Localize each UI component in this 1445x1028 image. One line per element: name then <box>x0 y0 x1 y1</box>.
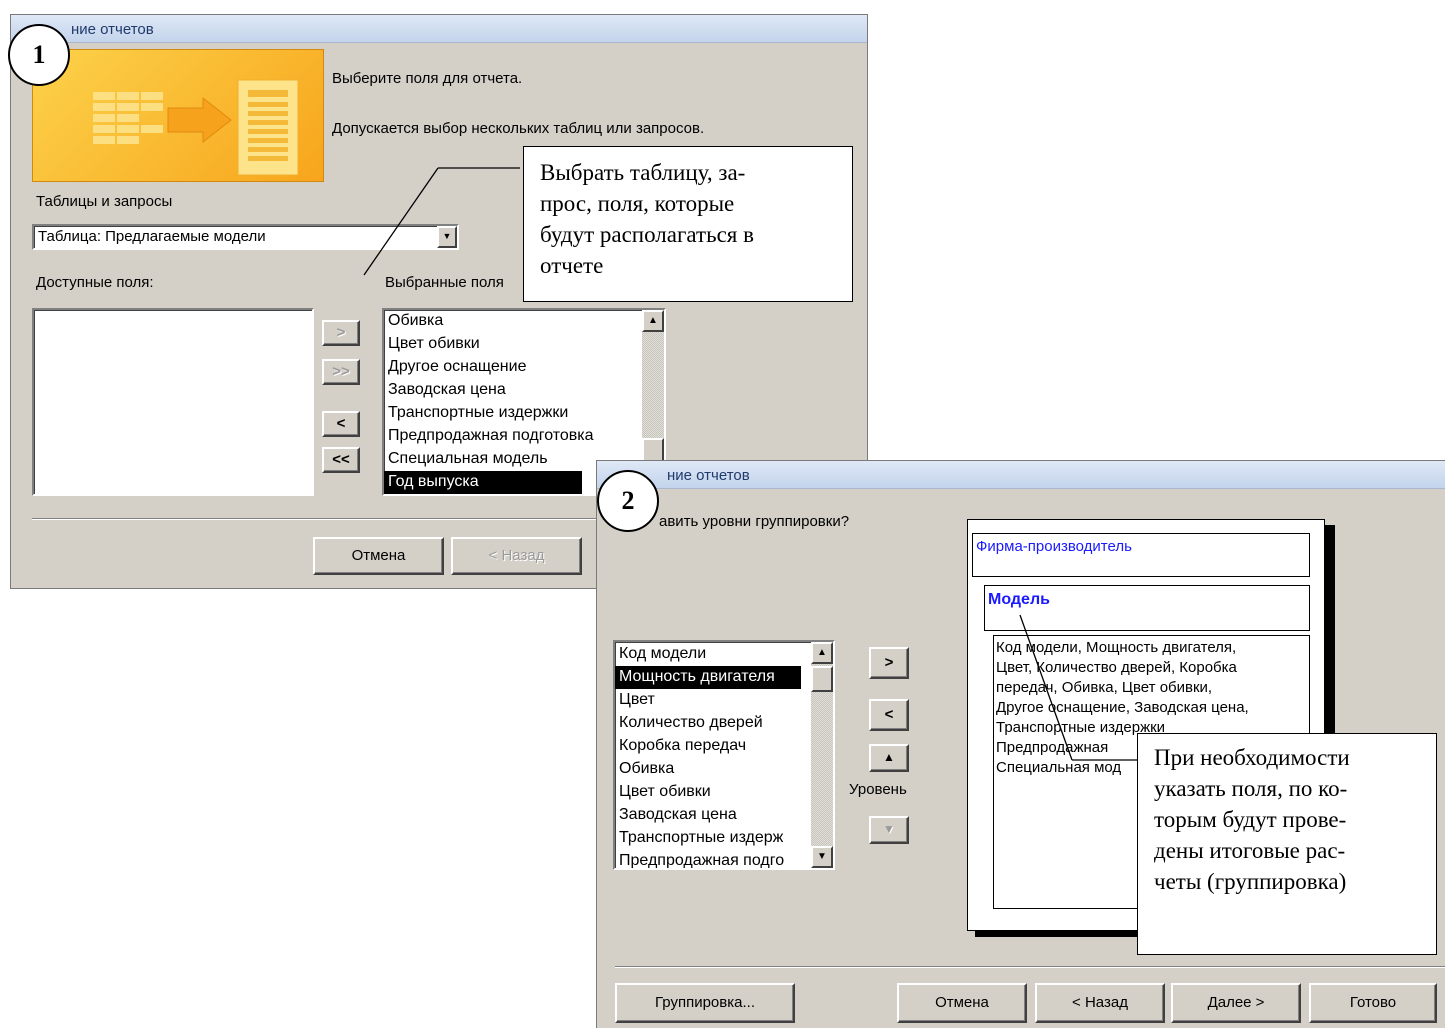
scroll-thumb[interactable] <box>811 666 833 692</box>
text-line: торым будут прове- <box>1154 807 1347 832</box>
list-item[interactable]: Мощность двигателя <box>615 666 801 689</box>
window-2-separator <box>615 966 1445 968</box>
list-item[interactable]: Цвет обивки <box>384 333 582 356</box>
up-arrow-icon: ▲ <box>883 750 895 764</box>
priority-up-button[interactable]: ▲ <box>869 744 909 772</box>
window-2-titlebar: ние отчетов <box>597 461 1445 489</box>
grouping-fields-scrollbar[interactable]: ▲ ▼ <box>811 642 833 868</box>
list-item[interactable]: Заводская цена <box>615 804 801 827</box>
next-button-label: Далее > <box>1207 994 1265 1011</box>
wizard-illustration <box>32 49 324 182</box>
text-line: При необходимости <box>1154 745 1350 770</box>
callout-2-text: При необходимости указать поля, по ко-тор… <box>1154 742 1420 897</box>
priority-down-button[interactable]: ▼ <box>869 816 909 844</box>
text-line: четы (группировка) <box>1154 869 1347 894</box>
grouping-question: авить уровни группировки? <box>659 513 850 530</box>
level-label: Уровень <box>849 781 907 798</box>
list-item[interactable]: Год выпуска <box>384 471 582 494</box>
note-text: Допускается выбор нескольких таблиц или … <box>332 120 705 137</box>
list-item[interactable]: Предпродажная подго <box>615 850 801 868</box>
list-item[interactable]: Предпродажная подготовка <box>384 425 594 448</box>
window-2-title: ние отчетов <box>667 467 750 484</box>
text-line: Выбрать таблицу, за- <box>540 160 746 185</box>
callout-1-text: Выбрать таблицу, за-прос, поля, которые б… <box>540 157 836 281</box>
list-item[interactable]: Транспортные издержки <box>384 402 582 425</box>
available-fields-list[interactable] <box>32 308 314 496</box>
text-line: прос, поля, которые <box>540 191 735 216</box>
cancel-button-2[interactable]: Отмена <box>897 983 1027 1023</box>
list-item[interactable]: Обивка <box>615 758 801 781</box>
list-item[interactable]: Цвет <box>615 689 801 712</box>
back-button-label: < Назад <box>488 547 545 564</box>
finish-button[interactable]: Готово <box>1309 983 1437 1023</box>
remove-field-button[interactable]: < <box>322 411 360 437</box>
remove-all-fields-button[interactable]: << <box>322 447 360 473</box>
scroll-up-icon[interactable]: ▲ <box>642 310 664 332</box>
step-1-badge: 1 <box>8 24 70 86</box>
add-group-button[interactable]: > <box>869 647 909 679</box>
list-item[interactable]: Коробка передач <box>615 735 801 758</box>
window-1-titlebar: ние отчетов <box>11 15 867 43</box>
table-to-report-icon <box>93 79 299 176</box>
list-item[interactable]: Заводская цена <box>384 379 582 402</box>
finish-button-label: Готово <box>1349 994 1397 1011</box>
tables-select-value: Таблица: Предлагаемые модели <box>38 228 266 245</box>
add-field-button[interactable]: > <box>322 320 360 346</box>
scroll-thumb[interactable] <box>642 438 664 462</box>
back-button[interactable]: < Назад <box>451 537 582 575</box>
next-button[interactable]: Далее > <box>1171 983 1301 1023</box>
remove-group-button[interactable]: < <box>869 699 909 731</box>
back-button-2-label: < Назад <box>1072 994 1128 1011</box>
list-item[interactable]: Количество дверей <box>615 712 801 735</box>
back-button-2[interactable]: < Назад <box>1035 983 1165 1023</box>
list-item[interactable]: Код модели <box>615 643 801 666</box>
step-2-badge: 2 <box>597 470 659 532</box>
preview-group-1-label: Фирма-производитель <box>976 538 1132 555</box>
scroll-down-icon[interactable]: ▼ <box>811 846 833 868</box>
text-line: дены итоговые рас- <box>1154 838 1346 863</box>
list-item[interactable]: Обивка <box>384 310 582 333</box>
grouping-fields-items: Код модели Мощность двигателя Цвет Количест… <box>615 642 833 868</box>
available-fields-label: Доступные поля: <box>36 274 154 291</box>
scroll-up-icon[interactable]: ▲ <box>811 642 833 664</box>
callout-2: При необходимости указать поля, по ко-тор… <box>1137 733 1437 955</box>
text-line: отчете <box>540 253 604 278</box>
list-item[interactable]: Транспортные издерж <box>615 827 801 850</box>
text-line: будут располагаться в <box>540 222 754 247</box>
list-item[interactable]: Цвет обивки <box>615 781 801 804</box>
preview-group-1: Фирма-производитель <box>972 533 1310 577</box>
grouping-options-button[interactable]: Группировка... <box>615 983 795 1023</box>
cancel-button[interactable]: Отмена <box>313 537 444 575</box>
window-1-title: ние отчетов <box>71 21 154 38</box>
list-item[interactable]: Другое оснащение <box>384 356 582 379</box>
add-all-fields-button[interactable]: >> <box>322 359 360 385</box>
instruction-text: Выберите поля для отчета. <box>332 70 523 87</box>
grouping-fields-list[interactable]: Код модели Мощность двигателя Цвет Количест… <box>613 640 835 870</box>
tables-label: Таблицы и запросы <box>36 193 173 210</box>
callout-1: Выбрать таблицу, за-прос, поля, которые б… <box>523 146 853 302</box>
list-item[interactable]: Специальная модель <box>384 448 582 471</box>
down-arrow-icon: ▼ <box>883 822 895 836</box>
text-line: указать поля, по ко- <box>1154 776 1348 801</box>
